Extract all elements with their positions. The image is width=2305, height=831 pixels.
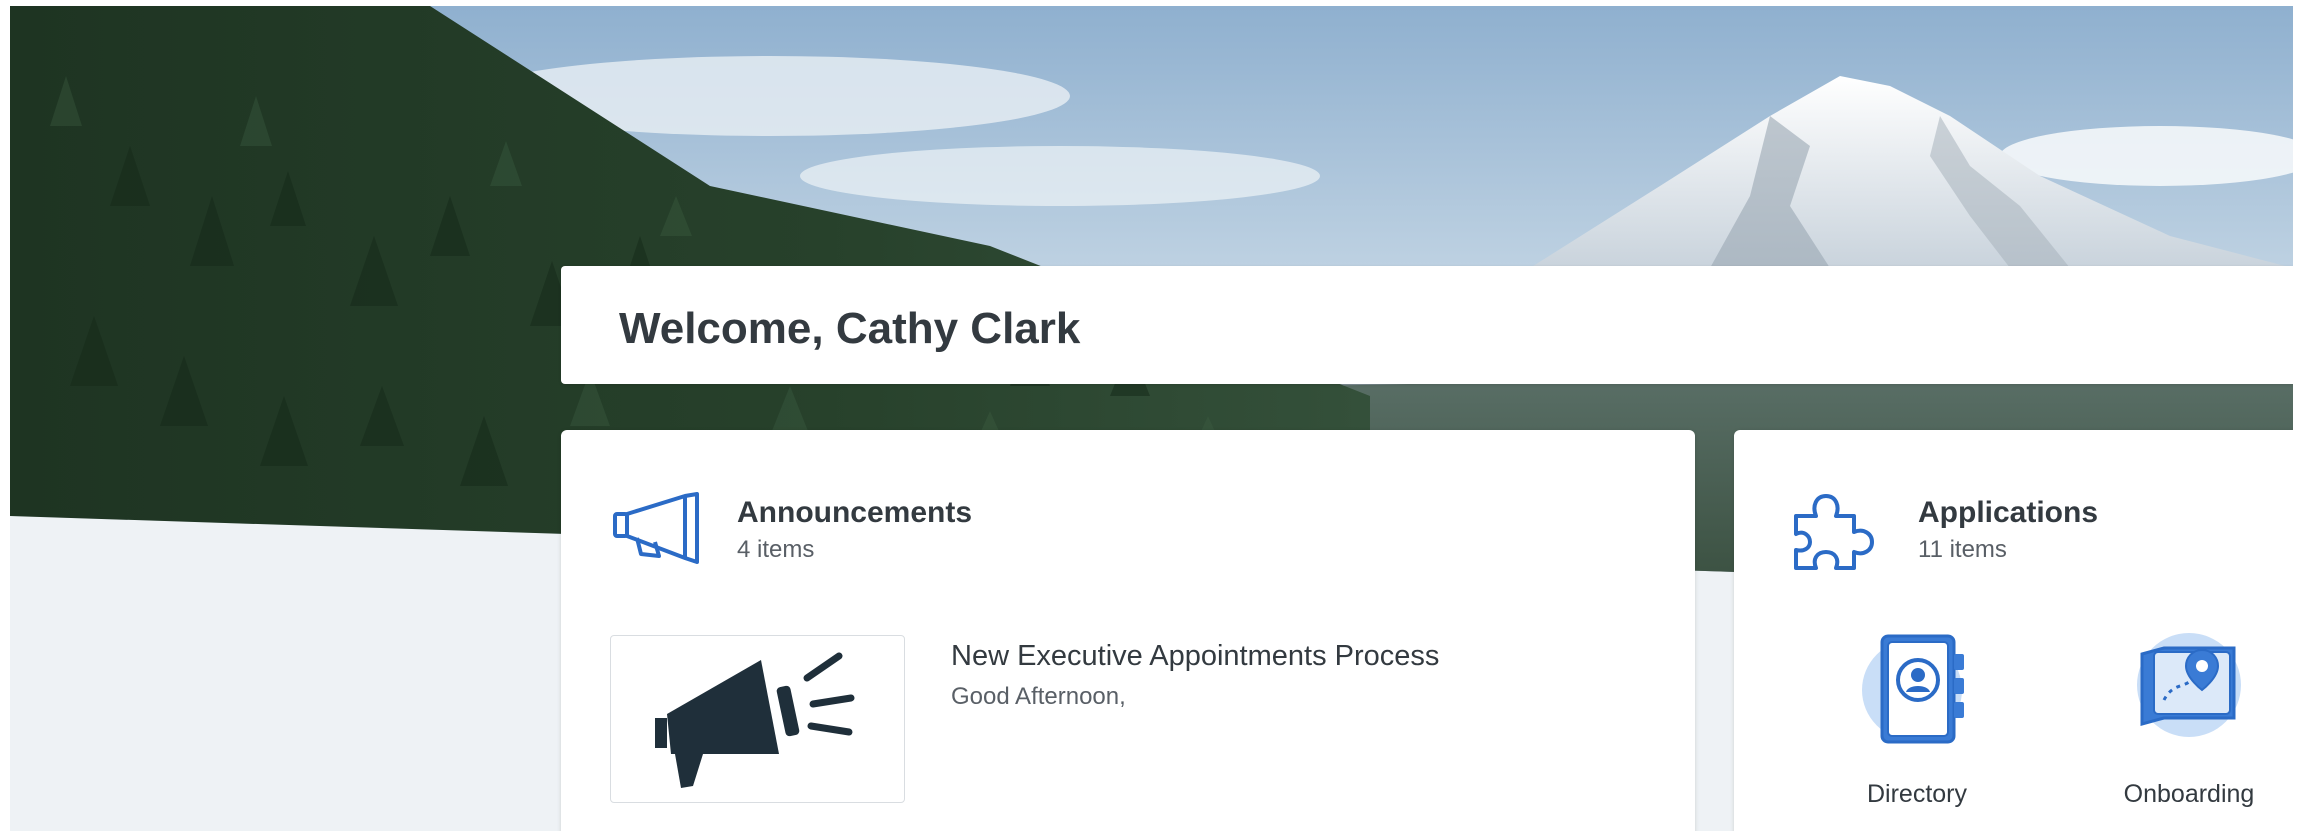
applications-count: 11 items — [1918, 536, 2007, 563]
app-tile-directory[interactable]: Directory — [1817, 630, 2017, 820]
puzzle-piece-icon — [1790, 488, 1874, 577]
home-page: Welcome, Cathy Clark Announcements 4 ite… — [10, 6, 2293, 831]
address-book-icon — [1862, 630, 1972, 755]
app-label-onboarding: Onboarding — [2123, 780, 2255, 808]
announcements-title: Announcements — [737, 496, 973, 529]
announcements-count: 4 items — [737, 536, 815, 563]
welcome-title: Welcome, Cathy Clark — [619, 304, 1081, 353]
announcements-card[interactable]: Announcements 4 items New Executive Appo… — [561, 430, 1695, 831]
welcome-banner: Welcome, Cathy Clark — [561, 266, 2293, 384]
announcement-thumbnail[interactable] — [610, 635, 905, 803]
announcement-item-title[interactable]: New Executive Appointments Process — [951, 640, 1439, 673]
app-tile-onboarding[interactable]: Onboarding — [2089, 630, 2289, 820]
megaphone-icon — [655, 652, 855, 788]
map-location-icon — [2134, 630, 2244, 745]
applications-card[interactable]: Applications 11 items Directory Onboardi… — [1734, 430, 2293, 831]
app-label-directory: Directory — [1866, 780, 1967, 808]
applications-title: Applications — [1918, 496, 2099, 529]
announcement-item-snippet: Good Afternoon, — [951, 683, 1126, 710]
megaphone-icon — [609, 488, 705, 573]
